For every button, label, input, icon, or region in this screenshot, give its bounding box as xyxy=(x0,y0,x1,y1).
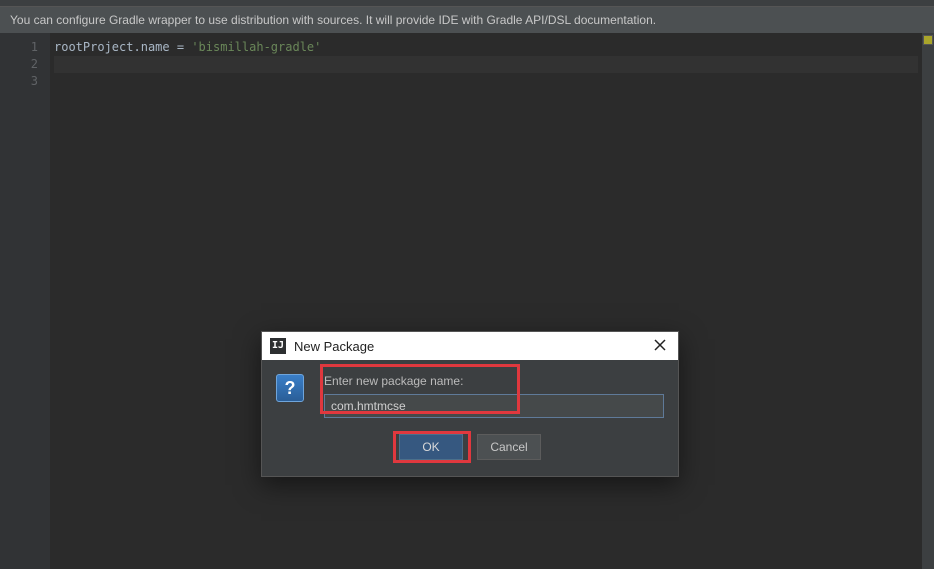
new-package-dialog: IJ New Package ? Enter new package name:… xyxy=(261,331,679,477)
package-name-label: Enter new package name: xyxy=(324,374,664,388)
intellij-logo-icon: IJ xyxy=(270,338,286,354)
line-number: 2 xyxy=(0,56,38,73)
line-number: 1 xyxy=(0,39,38,56)
code-token: = xyxy=(177,40,184,54)
gradle-notification-bar[interactable]: You can configure Gradle wrapper to use … xyxy=(0,7,934,33)
gradle-notification-text: You can configure Gradle wrapper to use … xyxy=(10,13,656,27)
code-token: rootProject xyxy=(54,40,133,54)
code-token xyxy=(170,40,177,54)
close-icon xyxy=(654,339,666,351)
code-editor[interactable]: rootProject.name = 'bismillah-gradle' xyxy=(50,33,922,569)
dialog-buttons: OK Cancel xyxy=(262,422,678,476)
dialog-form: Enter new package name: xyxy=(324,374,664,418)
editor-area: 1 2 3 rootProject.name = 'bismillah-grad… xyxy=(0,33,934,569)
dialog-title: New Package xyxy=(294,339,650,354)
cancel-button[interactable]: Cancel xyxy=(477,434,541,460)
editor-scrollbar[interactable] xyxy=(922,33,934,569)
code-token: . xyxy=(133,40,140,54)
question-icon: ? xyxy=(276,374,304,402)
line-number: 3 xyxy=(0,73,38,90)
caret-line xyxy=(54,56,918,73)
dialog-body: ? Enter new package name: xyxy=(262,360,678,422)
code-token: name xyxy=(141,40,170,54)
close-button[interactable] xyxy=(650,339,670,354)
code-token: 'bismillah-gradle' xyxy=(191,40,321,54)
dialog-titlebar[interactable]: IJ New Package xyxy=(262,332,678,360)
editor-tabs-bar[interactable] xyxy=(0,0,934,7)
package-name-input[interactable] xyxy=(324,394,664,418)
editor-gutter: 1 2 3 xyxy=(0,33,50,569)
inspection-indicator-icon[interactable] xyxy=(923,35,933,45)
ok-button[interactable]: OK xyxy=(399,434,463,460)
